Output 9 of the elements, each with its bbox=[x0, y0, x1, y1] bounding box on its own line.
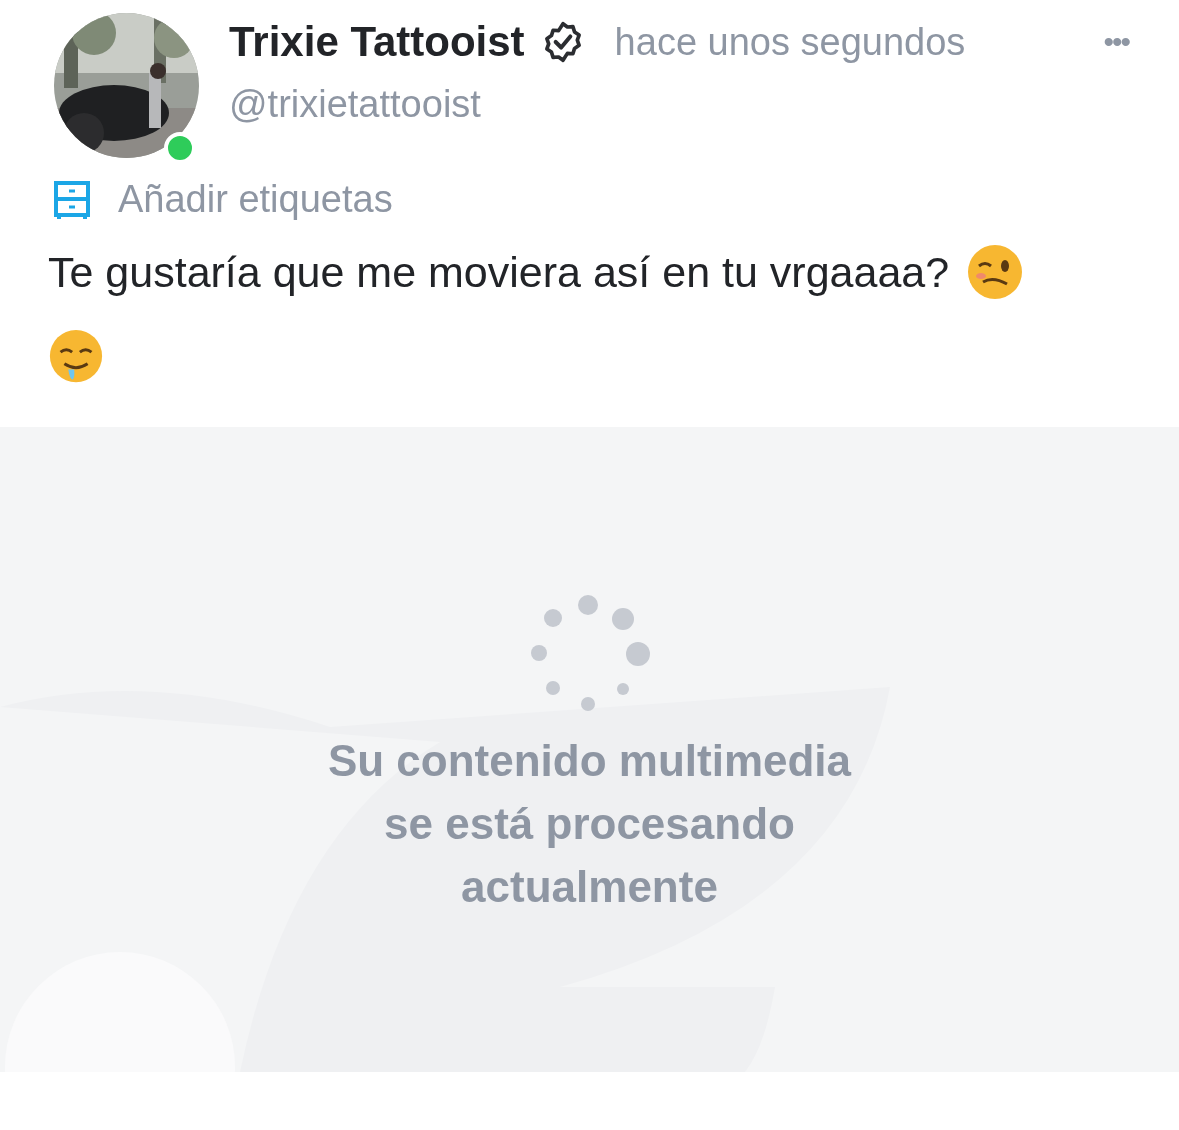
author-name[interactable]: Trixie Tattooist bbox=[229, 18, 525, 66]
post-text: Te gustaría que me moviera así en tu vrgaaaa? bbox=[48, 247, 950, 297]
drawer-icon bbox=[54, 180, 90, 219]
author-handle[interactable]: @trixietattooist bbox=[229, 83, 1179, 126]
more-options-button[interactable]: ••• bbox=[1103, 25, 1129, 59]
post-time: hace unos segundos bbox=[614, 20, 966, 64]
add-tags-link[interactable]: Añadir etiquetas bbox=[118, 178, 393, 221]
woozy-face-icon bbox=[967, 243, 1024, 301]
processing-message: Su contenido multimedia se está procesando actualmente bbox=[326, 735, 853, 913]
